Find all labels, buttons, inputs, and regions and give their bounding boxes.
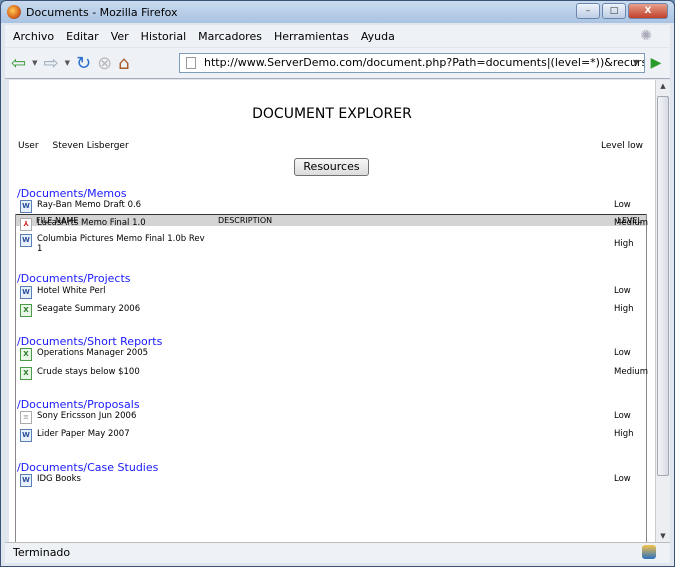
- navigation-toolbar: ⇦ ▼ ⇨ ▼ ↻ ⊗ ⌂ http://www.ServerDemo.com/do…: [5, 48, 670, 79]
- firefox-icon: [7, 5, 21, 19]
- go-icon[interactable]: ▶: [647, 53, 665, 73]
- scroll-down-icon[interactable]: ▼: [656, 532, 670, 540]
- text-file-icon: ≡: [20, 411, 32, 424]
- file-name-link[interactable]: LucasArts Memo Final 1.0: [37, 218, 207, 228]
- file-level: High: [614, 429, 634, 439]
- group-path-link[interactable]: /Documents/Memos: [17, 187, 127, 200]
- pdf-file-icon: ⅄: [20, 218, 32, 231]
- header-description: DESCRIPTION: [218, 216, 273, 225]
- minimize-button[interactable]: –: [576, 3, 600, 19]
- excel-file-icon: X: [20, 304, 32, 317]
- close-button[interactable]: X: [628, 3, 668, 19]
- forward-dropdown-icon[interactable]: ▼: [65, 59, 70, 67]
- file-level: Medium: [614, 367, 648, 377]
- menu-ver[interactable]: Ver: [111, 30, 129, 43]
- document-table: FILE NAME DESCRIPTION LEVEL /Documents/M…: [15, 187, 648, 542]
- group-path-link[interactable]: /Documents/Projects: [17, 272, 131, 285]
- user-level: Level low: [601, 141, 643, 151]
- url-dropdown-icon[interactable]: ▼: [627, 54, 645, 72]
- file-level: Low: [614, 200, 631, 210]
- user-label: User: [18, 141, 39, 151]
- word-file-icon: W: [20, 200, 32, 213]
- user-info: User Steven Lisberger: [18, 141, 129, 151]
- file-level: Medium: [614, 218, 648, 228]
- user-name: Steven Lisberger: [52, 141, 129, 151]
- excel-file-icon: X: [20, 348, 32, 361]
- file-name-link[interactable]: Hotel White Perl: [37, 286, 207, 296]
- group-path-link[interactable]: /Documents/Proposals: [17, 398, 140, 411]
- file-level: High: [614, 304, 634, 314]
- scroll-up-icon[interactable]: ▲: [656, 82, 670, 90]
- excel-file-icon: X: [20, 367, 32, 380]
- page-title: DOCUMENT EXPLORER: [252, 106, 412, 122]
- file-level: Low: [614, 411, 631, 421]
- vertical-scrollbar[interactable]: ▲ ▼: [655, 80, 670, 542]
- file-name-link[interactable]: IDG Books: [37, 474, 207, 484]
- window-title: Documents - Mozilla Firefox: [26, 5, 178, 19]
- menu-archivo[interactable]: Archivo: [13, 30, 54, 43]
- maximize-button[interactable]: □: [602, 3, 626, 19]
- status-text: Terminado: [13, 546, 71, 559]
- url-text: http://www.ServerDemo.com/document.php?P…: [204, 56, 645, 69]
- menu-marcadores[interactable]: Marcadores: [198, 30, 262, 43]
- stop-icon[interactable]: ⊗: [97, 53, 112, 74]
- address-bar[interactable]: http://www.ServerDemo.com/document.php?P…: [179, 53, 645, 73]
- word-file-icon: W: [20, 234, 32, 247]
- menu-herramientas[interactable]: Herramientas: [274, 30, 349, 43]
- file-name-link[interactable]: Lider Paper May 2007: [37, 429, 207, 439]
- file-name-link[interactable]: Operations Manager 2005: [37, 348, 207, 358]
- word-file-icon: W: [20, 474, 32, 487]
- group-path-link[interactable]: /Documents/Case Studies: [17, 461, 158, 474]
- file-name-link[interactable]: Sony Ericsson Jun 2006: [37, 411, 207, 421]
- browser-window: Documents - Mozilla Firefox – □ X Archiv…: [0, 0, 675, 567]
- page-content: DOCUMENT EXPLORER User Steven Lisberger L…: [9, 80, 655, 542]
- file-name-link[interactable]: Ray-Ban Memo Draft 0.6: [37, 200, 207, 210]
- file-name-link[interactable]: Columbia Pictures Memo Final 1.0b Rev 1: [37, 234, 207, 254]
- word-file-icon: W: [20, 429, 32, 442]
- page-icon: [186, 57, 196, 69]
- forward-icon[interactable]: ⇨: [43, 53, 58, 74]
- back-icon[interactable]: ⇦: [11, 53, 26, 74]
- menu-historial[interactable]: Historial: [141, 30, 186, 43]
- menu-editar[interactable]: Editar: [66, 30, 99, 43]
- back-dropdown-icon[interactable]: ▼: [32, 59, 37, 67]
- title-bar: Documents - Mozilla Firefox – □ X: [1, 1, 674, 23]
- resources-button[interactable]: Resources: [294, 158, 369, 176]
- file-level: Low: [614, 348, 631, 358]
- menu-bar: Archivo Editar Ver Historial Marcadores …: [5, 25, 670, 47]
- file-name-link[interactable]: Crude stays below $100: [37, 367, 207, 377]
- activity-throbber-icon: ✺: [640, 28, 652, 44]
- update-icon: [642, 545, 656, 559]
- menu-ayuda[interactable]: Ayuda: [361, 30, 395, 43]
- reload-icon[interactable]: ↻: [76, 53, 91, 74]
- file-level: High: [614, 239, 634, 249]
- status-bar: Terminado: [5, 542, 670, 563]
- file-name-link[interactable]: Seagate Summary 2006: [37, 304, 207, 314]
- file-level: Low: [614, 474, 631, 484]
- word-file-icon: W: [20, 286, 32, 299]
- home-icon[interactable]: ⌂: [118, 53, 129, 74]
- scroll-thumb[interactable]: [657, 96, 669, 476]
- group-path-link[interactable]: /Documents/Short Reports: [17, 335, 162, 348]
- file-level: Low: [614, 286, 631, 296]
